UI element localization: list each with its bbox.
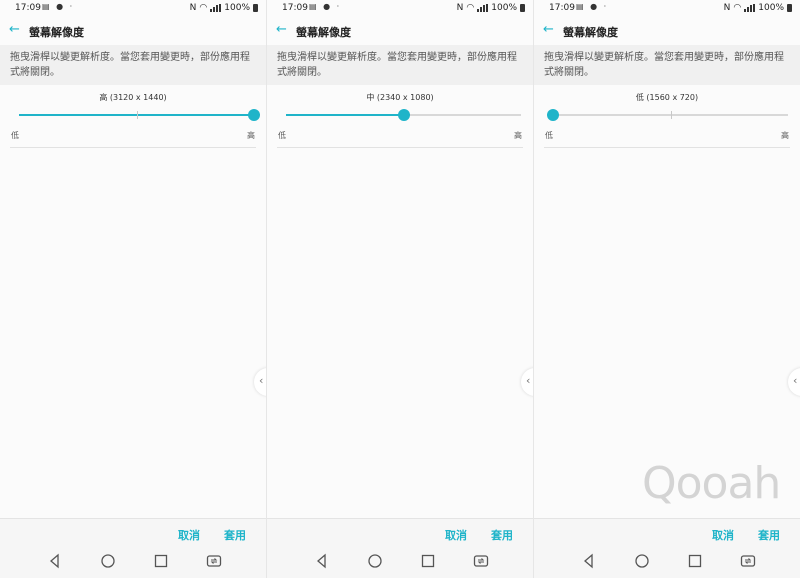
- page-title: 螢幕解像度: [29, 26, 84, 39]
- resolution-slider[interactable]: [19, 109, 260, 121]
- slider-max-label: 高: [514, 131, 522, 140]
- notification-icons: ▤ ● ·: [42, 2, 75, 11]
- battery-icon: [787, 4, 792, 12]
- back-arrow-icon[interactable]: ←: [9, 23, 20, 37]
- wifi-icon: ◠: [733, 3, 742, 13]
- description-box: 拖曳滑桿以變更解析度。當您套用變更時，部份應用程式將關閉。: [534, 45, 800, 85]
- app-bar: ← 螢幕解像度: [267, 17, 533, 45]
- chevron-left-icon: ‹: [793, 374, 798, 387]
- description-text: 拖曳滑桿以變更解析度。當您套用變更時，部份應用程式將關閉。: [10, 52, 250, 78]
- nav-dual-window-icon[interactable]: [473, 553, 489, 569]
- nfc-icon: N: [456, 3, 464, 13]
- nfc-icon: N: [723, 3, 731, 13]
- apply-button[interactable]: 套用: [491, 527, 513, 543]
- nav-dual-window-icon[interactable]: [740, 553, 756, 569]
- status-bar: 17:09 ▤ ● · N ◠ 100%: [534, 0, 800, 17]
- edge-panel-handle[interactable]: ‹: [788, 368, 800, 396]
- divider: [544, 147, 790, 148]
- nav-recent-apps-icon[interactable]: [153, 553, 169, 569]
- slider-max-label: 高: [247, 131, 255, 140]
- status-time: 17:09: [282, 3, 308, 13]
- nav-back-icon[interactable]: [314, 553, 330, 569]
- divider: [10, 147, 256, 148]
- footer: 取消 套用: [0, 519, 266, 578]
- nav-home-icon[interactable]: [100, 553, 116, 569]
- battery-text: 100%: [758, 3, 784, 13]
- edge-panel-handle[interactable]: ‹: [254, 368, 266, 396]
- description-text: 拖曳滑桿以變更解析度。當您套用變更時，部份應用程式將關閉。: [277, 52, 517, 78]
- cancel-button[interactable]: 取消: [712, 527, 734, 543]
- battery-text: 100%: [224, 3, 250, 13]
- signal-icon: [744, 4, 756, 12]
- page-title: 螢幕解像度: [296, 26, 351, 39]
- slider-max-label: 高: [781, 131, 789, 140]
- description-text: 拖曳滑桿以變更解析度。當您套用變更時，部份應用程式將關閉。: [544, 52, 784, 78]
- apply-button[interactable]: 套用: [224, 527, 246, 543]
- slider-thumb[interactable]: [248, 109, 260, 121]
- edge-panel-handle[interactable]: ‹: [521, 368, 533, 396]
- status-time: 17:09: [15, 3, 41, 13]
- status-right: N ◠ 100%: [724, 3, 792, 13]
- slider-thumb[interactable]: [397, 109, 410, 121]
- slider-min-label: 低: [11, 131, 19, 140]
- slider-min-label: 低: [545, 131, 553, 140]
- resolution-slider[interactable]: [286, 109, 521, 121]
- notification-icons: ▤ ● ·: [309, 2, 342, 11]
- back-arrow-icon[interactable]: ←: [276, 23, 287, 37]
- slider-tick-mid: [670, 111, 672, 119]
- nav-recent-apps-icon[interactable]: [687, 553, 703, 569]
- nav-home-icon[interactable]: [634, 553, 650, 569]
- nfc-icon: N: [189, 3, 197, 13]
- chevron-left-icon: ‹: [526, 374, 531, 387]
- footer: 取消 套用: [534, 519, 800, 578]
- resolution-label: 高 (3120 x 1440): [99, 93, 167, 102]
- resolution-label: 中 (2340 x 1080): [366, 93, 434, 102]
- footer: 取消 套用: [267, 519, 533, 578]
- signal-icon: [477, 4, 489, 12]
- status-bar: 17:09 ▤ ● · N ◠ 100%: [267, 0, 533, 17]
- slider-thumb[interactable]: [547, 109, 559, 121]
- nav-recent-apps-icon[interactable]: [420, 553, 436, 569]
- divider: [277, 147, 523, 148]
- nav-dual-window-icon[interactable]: [206, 553, 222, 569]
- back-arrow-icon[interactable]: ←: [543, 23, 554, 37]
- screen-panel-medium: 17:09 ▤ ● · N ◠ 100% ← 螢幕解像度 拖曳滑桿以變更解析度。…: [267, 0, 533, 578]
- page-title: 螢幕解像度: [563, 26, 618, 39]
- app-bar: ← 螢幕解像度: [0, 17, 266, 45]
- wifi-icon: ◠: [466, 3, 475, 13]
- resolution-slider[interactable]: [547, 109, 788, 121]
- signal-icon: [210, 4, 222, 12]
- slider-fill: [286, 114, 404, 116]
- watermark-logo: Qooah: [642, 458, 781, 509]
- status-bar: 17:09 ▤ ● · N ◠ 100%: [0, 0, 266, 17]
- nav-back-icon[interactable]: [581, 553, 597, 569]
- nav-home-icon[interactable]: [367, 553, 383, 569]
- description-box: 拖曳滑桿以變更解析度。當您套用變更時，部份應用程式將關閉。: [0, 45, 266, 85]
- chevron-left-icon: ‹: [259, 374, 264, 387]
- status-right: N ◠ 100%: [457, 3, 525, 13]
- slider-min-label: 低: [278, 131, 286, 140]
- status-right: N ◠ 100%: [190, 3, 258, 13]
- nav-back-icon[interactable]: [47, 553, 63, 569]
- wifi-icon: ◠: [199, 3, 208, 13]
- description-box: 拖曳滑桿以變更解析度。當您套用變更時，部份應用程式將關閉。: [267, 45, 533, 85]
- resolution-label: 低 (1560 x 720): [635, 93, 699, 102]
- screen-panel-high: 17:09 ▤ ● · N ◠ 100% ← 螢幕解像度 拖曳滑桿以變更解析度。…: [0, 0, 266, 578]
- status-time: 17:09: [549, 3, 575, 13]
- cancel-button[interactable]: 取消: [178, 527, 200, 543]
- slider-tick-mid: [136, 111, 138, 119]
- cancel-button[interactable]: 取消: [445, 527, 467, 543]
- apply-button[interactable]: 套用: [758, 527, 780, 543]
- notification-icons: ▤ ● ·: [576, 2, 609, 11]
- battery-text: 100%: [491, 3, 517, 13]
- app-bar: ← 螢幕解像度: [534, 17, 800, 45]
- battery-icon: [253, 4, 258, 12]
- battery-icon: [520, 4, 525, 12]
